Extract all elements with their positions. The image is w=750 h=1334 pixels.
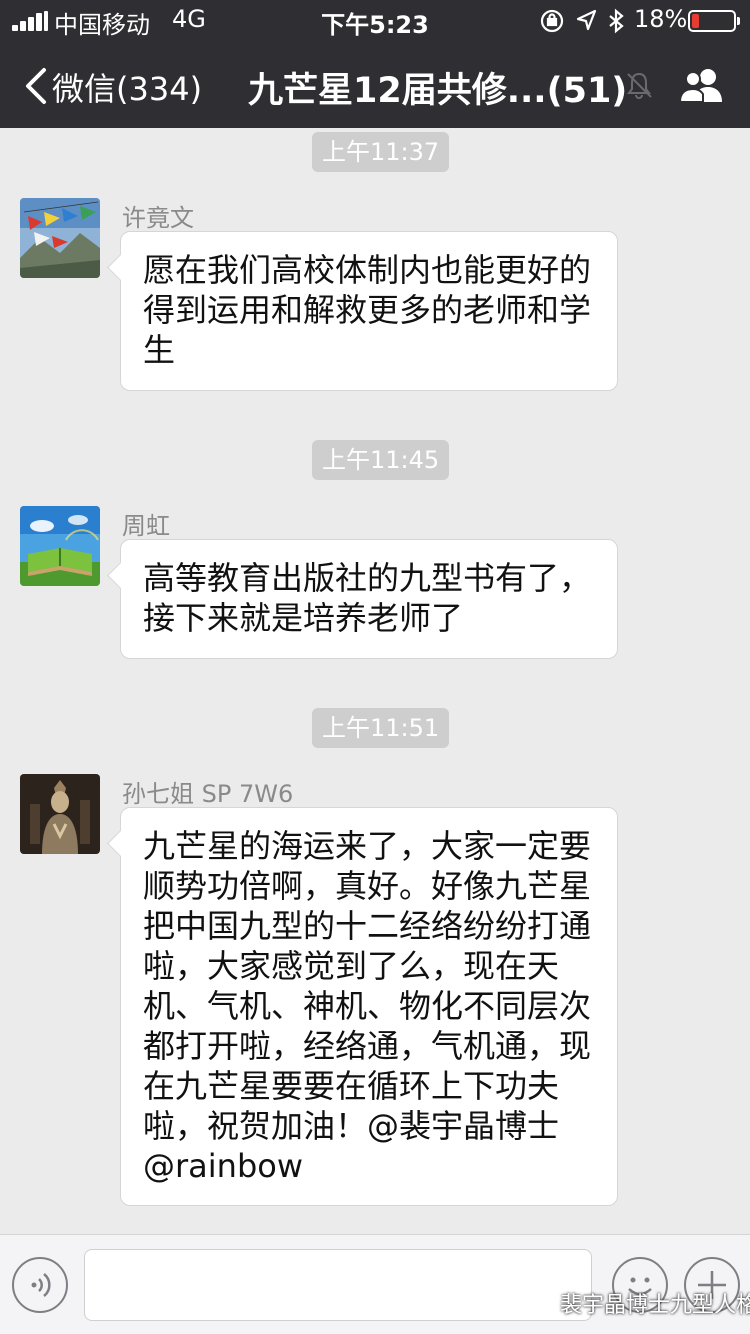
sender-name: 周虹 [122,512,170,540]
top-bar: 中国移动 4G 下午5:23 18% 微信(334) 九芒星12届共修...(5… [0,0,750,128]
sender-name: 许竟文 [122,204,194,232]
voice-button[interactable] [12,1257,68,1313]
message-input[interactable] [84,1249,592,1321]
input-bar [0,1234,750,1334]
rotation-lock-icon [540,9,564,33]
status-icons [540,8,624,34]
chat-area[interactable]: 上午11:37 许竟文 愿在我们高校体制内也能更好的 得到运用和解救更多的老师和… [0,128,750,1234]
battery-icon [688,10,740,32]
avatar[interactable] [20,774,100,854]
battery-percent: 18% [634,5,688,33]
open-book-grass-photo [20,506,100,586]
wechat-logo-icon [528,1291,556,1313]
statue-photo [20,774,100,854]
message-bubble[interactable]: 高等教育出版社的九型书有了， 接下来就是培养老师了 [120,539,618,659]
chat-title: 九芒星12届共修...(51) [248,71,628,111]
message-timestamp: 上午11:37 [312,132,450,172]
sender-name: 孙七姐 SP 7W6 [122,780,294,808]
avatar[interactable] [20,198,100,278]
avatar[interactable] [20,506,100,586]
battery-level [692,14,699,28]
location-arrow-icon [576,9,597,31]
message-bubble[interactable]: 愿在我们高校体制内也能更好的 得到运用和解救更多的老师和学 生 [120,231,618,391]
watermark: 裴宇晶博士九型人格 [528,1287,750,1319]
message-timestamp: 上午11:51 [312,708,450,748]
bluetooth-icon [609,8,624,34]
mute-bell-icon [627,72,652,99]
prayer-flags-photo [20,198,100,278]
chevron-left-icon[interactable] [22,66,56,106]
status-bar: 中国移动 4G 下午5:23 18% [0,0,750,40]
message-timestamp: 上午11:45 [312,440,450,480]
back-button-label[interactable]: 微信(334) [52,64,202,110]
voice-icon [31,1273,51,1297]
message-bubble[interactable]: 九芒星的海运来了，大家一定要 顺势功倍啊，真好。好像九芒星 把中国九型的十二经络… [120,807,618,1206]
group-members-icon[interactable] [678,66,726,104]
watermark-text: 裴宇晶博士九型人格 [560,1293,750,1318]
